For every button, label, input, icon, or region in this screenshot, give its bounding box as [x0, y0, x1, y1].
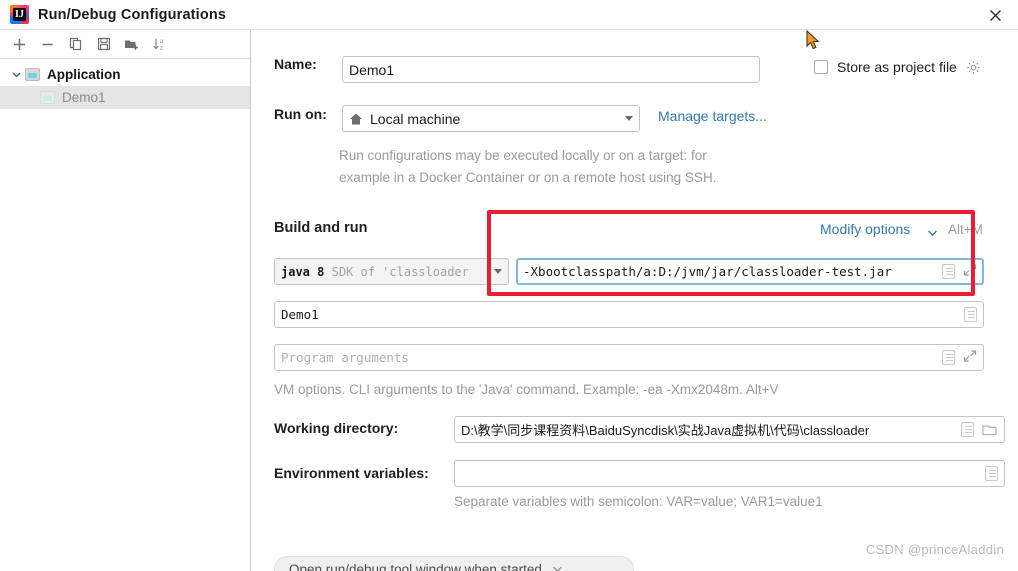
run-on-hint-line2: example in a Docker Container or on a re… — [339, 170, 717, 185]
expand-icon[interactable] — [963, 263, 977, 281]
macros-icon[interactable] — [964, 307, 977, 322]
copy-configuration-icon[interactable] — [62, 32, 89, 57]
working-directory-value: D:\教学\同步课程资料\BaiduSyncdisk\实战Java虚拟机\代码\… — [461, 423, 870, 438]
working-directory-input[interactable]: D:\教学\同步课程资料\BaiduSyncdisk\实战Java虚拟机\代码\… — [454, 416, 1005, 443]
home-icon — [349, 112, 363, 126]
store-as-project-file-row[interactable]: Store as project file — [814, 59, 981, 75]
folder-add-icon[interactable] — [118, 32, 145, 57]
vm-options-hint: VM options. CLI arguments to the 'Java' … — [274, 382, 779, 397]
environment-variables-hint: Separate variables with semicolon: VAR=v… — [454, 494, 823, 509]
chevron-down-icon[interactable] — [625, 116, 633, 121]
save-configuration-icon[interactable] — [90, 32, 117, 57]
modify-options-link[interactable]: Modify options — [820, 221, 910, 237]
configurations-sidebar: a z Application Demo1 — [0, 30, 251, 571]
window-title: Run/Debug Configurations — [38, 6, 227, 23]
store-as-project-file-checkbox[interactable] — [814, 60, 828, 74]
main-class-input[interactable]: Demo1 — [274, 301, 984, 328]
name-label: Name: — [274, 56, 317, 72]
environment-variables-input[interactable] — [454, 460, 1005, 487]
run-on-row: Run on: — [274, 106, 327, 122]
modify-options-shortcut: Alt+M — [948, 222, 983, 237]
run-debug-configurations-dialog: IJ Run/Debug Configurations a z Applicat… — [0, 0, 1018, 571]
run-on-dropdown[interactable]: Local machine — [342, 105, 640, 132]
application-folder-icon — [25, 68, 40, 81]
chevron-down-icon[interactable] — [552, 562, 563, 571]
macros-icon[interactable] — [942, 350, 955, 365]
chevron-down-icon[interactable] — [494, 269, 502, 274]
environment-variables-label: Environment variables: — [274, 465, 429, 481]
macros-icon[interactable] — [942, 264, 955, 279]
add-configuration-button[interactable] — [6, 32, 33, 57]
svg-text:z: z — [160, 46, 163, 52]
vm-options-input[interactable]: -Xbootclasspath/a:D:/jvm/jar/classloader… — [516, 258, 984, 285]
name-input-value: Demo1 — [349, 61, 395, 78]
sidebar-toolbar: a z — [0, 30, 250, 59]
manage-targets-link[interactable]: Manage targets... — [658, 108, 767, 124]
run-on-hint-line1: Run configurations may be executed local… — [339, 148, 707, 163]
vm-options-value: -Xbootclasspath/a:D:/jvm/jar/classloader… — [523, 264, 892, 279]
run-on-label: Run on: — [274, 106, 327, 122]
tree-item-demo1[interactable]: Demo1 — [0, 86, 250, 109]
chevron-down-icon[interactable] — [8, 69, 24, 80]
tree-group-application[interactable]: Application — [0, 63, 250, 86]
name-input[interactable]: Demo1 — [342, 56, 760, 83]
open-run-debug-tool-window-label: Open run/debug tool window when started — [289, 561, 542, 571]
program-arguments-input[interactable]: Program arguments — [274, 344, 984, 371]
browse-folder-icon[interactable] — [982, 423, 998, 437]
main-class-value: Demo1 — [281, 307, 319, 322]
modify-options-chevron-down-icon[interactable] — [927, 225, 938, 243]
jdk-dropdown[interactable]: java 8 SDK of 'classloader — [274, 258, 509, 285]
tree-item-label: Demo1 — [62, 90, 106, 105]
svg-text:a: a — [160, 39, 164, 45]
store-as-project-file-label: Store as project file — [837, 59, 957, 75]
jdk-suffix: SDK of 'classloader — [331, 264, 469, 279]
tree-group-label: Application — [47, 67, 121, 82]
configuration-icon — [40, 91, 55, 104]
program-arguments-placeholder: Program arguments — [281, 350, 409, 365]
configurations-tree: Application Demo1 — [0, 59, 250, 109]
title-bar: IJ Run/Debug Configurations — [0, 0, 1018, 30]
watermark: CSDN @princeAladdin — [865, 542, 1004, 557]
run-on-value: Local machine — [370, 110, 461, 127]
intellij-idea-icon: IJ — [10, 5, 29, 24]
working-directory-label: Working directory: — [274, 420, 399, 436]
jdk-prefix: java 8 — [281, 264, 325, 279]
remove-configuration-button[interactable] — [34, 32, 61, 57]
gear-icon[interactable] — [966, 60, 981, 75]
open-run-debug-tool-window-option[interactable]: Open run/debug tool window when started — [274, 556, 634, 571]
name-row: Name: — [274, 56, 317, 72]
sort-az-icon[interactable]: a z — [146, 32, 173, 57]
macros-icon[interactable] — [985, 466, 998, 481]
configuration-form: Name: Demo1 Store as project file Run on… — [251, 30, 1018, 571]
macros-icon[interactable] — [961, 422, 974, 437]
build-and-run-heading: Build and run — [274, 220, 368, 236]
expand-icon[interactable] — [963, 349, 977, 367]
close-icon[interactable] — [972, 0, 1018, 30]
